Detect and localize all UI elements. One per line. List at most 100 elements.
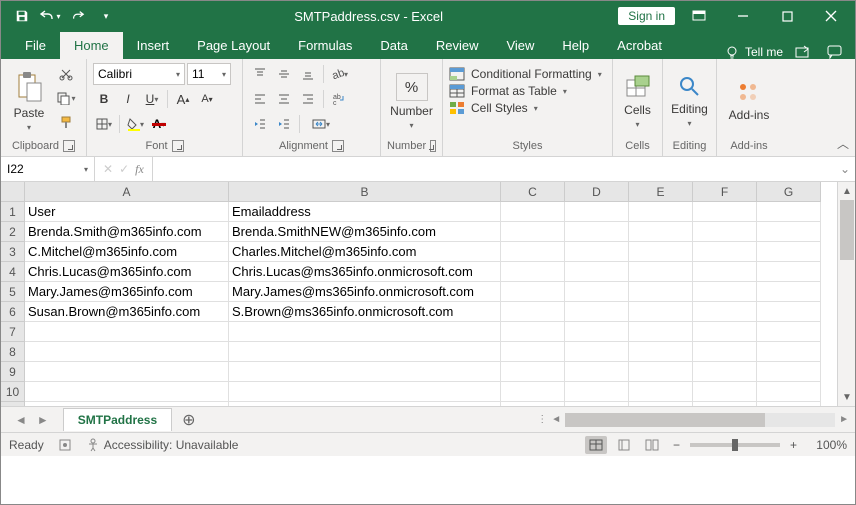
merge-center-button[interactable]: ▾ (304, 113, 338, 135)
cell[interactable] (501, 362, 565, 382)
cell[interactable]: Emailaddress (229, 202, 501, 222)
cell[interactable] (229, 322, 501, 342)
number-format-button[interactable]: % Number ▾ (390, 63, 434, 140)
row-header[interactable]: 1 (1, 202, 25, 222)
sheet-nav-next[interactable]: ► (33, 413, 53, 427)
cell[interactable] (565, 222, 629, 242)
cell[interactable] (565, 402, 629, 406)
cell[interactable] (693, 402, 757, 406)
cell[interactable] (229, 382, 501, 402)
zoom-level[interactable]: 100% (807, 438, 847, 452)
sheet-tab-active[interactable]: SMTPaddress (63, 408, 172, 431)
vertical-scroll-thumb[interactable] (840, 200, 854, 260)
copy-button[interactable]: ▾ (55, 87, 77, 109)
cell[interactable] (25, 382, 229, 402)
row-header[interactable]: 3 (1, 242, 25, 262)
minimize-button[interactable] (723, 1, 763, 31)
cell[interactable] (501, 302, 565, 322)
cell[interactable] (501, 322, 565, 342)
align-right-button[interactable] (297, 88, 319, 110)
borders-button[interactable]: ▾ (93, 113, 115, 135)
scroll-down-button[interactable]: ▼ (838, 388, 855, 406)
conditional-formatting-button[interactable]: Conditional Formatting▾ (449, 67, 606, 81)
cell[interactable] (565, 342, 629, 362)
paste-button[interactable]: Paste ▾ (7, 63, 51, 140)
cell[interactable] (629, 362, 693, 382)
row-header[interactable]: 2 (1, 222, 25, 242)
align-bottom-button[interactable] (297, 63, 319, 85)
cell[interactable] (629, 222, 693, 242)
align-left-button[interactable] (249, 88, 271, 110)
cell[interactable] (501, 342, 565, 362)
cell[interactable] (565, 262, 629, 282)
row-header[interactable]: 9 (1, 362, 25, 382)
comments-button[interactable] (823, 45, 847, 59)
name-box[interactable]: I22 ▾ (1, 157, 95, 181)
tab-insert[interactable]: Insert (123, 32, 184, 59)
cell[interactable] (565, 282, 629, 302)
cell[interactable] (629, 202, 693, 222)
zoom-in-button[interactable]: + (786, 438, 801, 452)
cell[interactable] (629, 402, 693, 406)
fx-button[interactable]: fx (135, 162, 144, 177)
cell[interactable] (757, 342, 821, 362)
fill-color-button[interactable]: ▾ (124, 113, 146, 135)
column-header[interactable]: D (565, 182, 629, 202)
cell[interactable] (25, 362, 229, 382)
cell[interactable] (501, 242, 565, 262)
bold-button[interactable]: B (93, 88, 115, 110)
format-painter-button[interactable] (55, 111, 77, 133)
cell[interactable] (501, 402, 565, 406)
row-header[interactable]: 6 (1, 302, 25, 322)
tab-help[interactable]: Help (548, 32, 603, 59)
cell[interactable]: Brenda.SmithNEW@m365info.com (229, 222, 501, 242)
cell[interactable]: Brenda.Smith@m365info.com (25, 222, 229, 242)
ribbon-display-options-button[interactable] (679, 1, 719, 31)
cell[interactable] (565, 242, 629, 262)
cell[interactable] (693, 302, 757, 322)
cell[interactable] (757, 222, 821, 242)
page-layout-view-button[interactable] (613, 436, 635, 454)
column-header[interactable]: F (693, 182, 757, 202)
cells-button[interactable]: Cells▾ (619, 63, 656, 140)
align-center-button[interactable] (273, 88, 295, 110)
row-header[interactable]: 5 (1, 282, 25, 302)
cell[interactable]: Mary.James@m365info.com (25, 282, 229, 302)
cell-styles-button[interactable]: Cell Styles▾ (449, 101, 606, 115)
expand-formula-bar-button[interactable]: ⌄ (835, 162, 855, 176)
horizontal-scroll-thumb[interactable] (565, 413, 765, 427)
cell[interactable] (757, 402, 821, 406)
formula-input[interactable] (153, 157, 835, 181)
tab-home[interactable]: Home (60, 32, 123, 59)
cell[interactable] (757, 242, 821, 262)
cell[interactable]: Chris.Lucas@m365info.com (25, 262, 229, 282)
zoom-slider[interactable] (690, 443, 780, 447)
alignment-dialog-launcher[interactable] (332, 140, 344, 152)
qat-customize-button[interactable]: ▾ (93, 3, 119, 29)
cell[interactable]: Chris.Lucas@ms365info.onmicrosoft.com (229, 262, 501, 282)
enter-formula-button[interactable]: ✓ (119, 162, 129, 176)
underline-button[interactable]: U▾ (141, 88, 163, 110)
italic-button[interactable]: I (117, 88, 139, 110)
column-header[interactable]: A (25, 182, 229, 202)
cell[interactable] (757, 382, 821, 402)
vertical-scrollbar[interactable]: ▲ ▼ (837, 182, 855, 406)
scroll-up-button[interactable]: ▲ (838, 182, 855, 200)
cell[interactable]: Charles.Mitchel@m365info.com (229, 242, 501, 262)
cell[interactable] (757, 322, 821, 342)
add-sheet-button[interactable]: ⊕ (172, 410, 205, 430)
row-header[interactable]: 7 (1, 322, 25, 342)
cell[interactable] (757, 282, 821, 302)
cell[interactable] (25, 342, 229, 362)
tab-formulas[interactable]: Formulas (284, 32, 366, 59)
cut-button[interactable] (55, 63, 77, 85)
page-break-view-button[interactable] (641, 436, 663, 454)
accessibility-status[interactable]: Accessibility: Unavailable (86, 438, 239, 452)
clipboard-dialog-launcher[interactable] (63, 140, 75, 152)
orientation-button[interactable]: ab▾ (328, 63, 350, 85)
normal-view-button[interactable] (585, 436, 607, 454)
cell[interactable] (25, 322, 229, 342)
save-button[interactable] (9, 3, 35, 29)
collapse-ribbon-button[interactable]: ︿ (837, 135, 849, 152)
cell[interactable] (565, 202, 629, 222)
